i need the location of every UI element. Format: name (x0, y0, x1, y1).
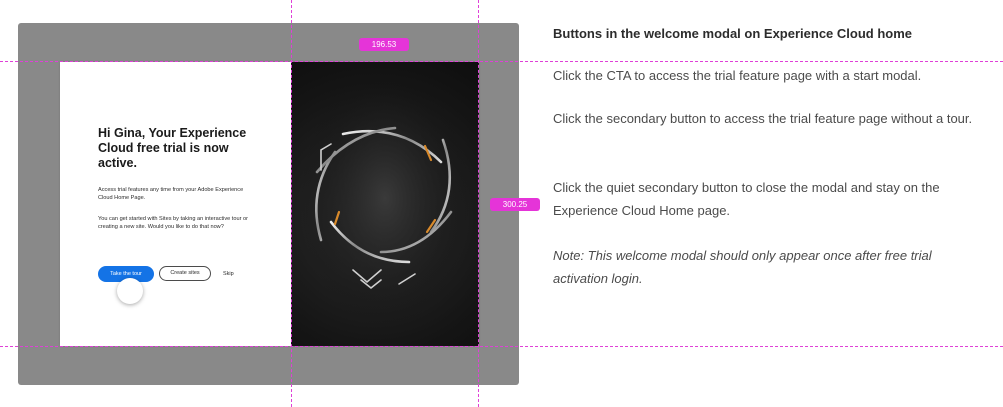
welcome-modal: Hi Gina, Your Experience Cloud free tria… (60, 62, 479, 346)
modal-hero-panel (291, 62, 479, 346)
modal-content-panel: Hi Gina, Your Experience Cloud free tria… (60, 62, 291, 346)
create-sites-button[interactable]: Create sites (159, 266, 211, 281)
annotation-paragraph: Click the secondary button to access the… (553, 111, 973, 126)
guide-line-horizontal (0, 346, 1003, 347)
modal-body-text: Access trial features any time from your… (98, 187, 244, 201)
width-measurement-badge: 196.53 (359, 38, 409, 51)
guide-line-horizontal (0, 61, 1003, 62)
touch-indicator (117, 278, 143, 304)
annotation-paragraph: Click the quiet secondary button to clos… (553, 180, 940, 218)
annotation-note: Note: This welcome modal should only app… (553, 248, 932, 286)
skip-button[interactable]: Skip (223, 266, 239, 282)
annotation-heading: Buttons in the welcome modal on Experien… (553, 26, 912, 41)
annotation-paragraph: Click the CTA to access the trial featur… (553, 68, 922, 83)
modal-title: Hi Gina, Your Experience Cloud free tria… (98, 126, 247, 170)
height-measurement-badge: 300.25 (490, 198, 540, 211)
modal-body-text: You can get started with Sites by taking… (98, 216, 248, 230)
hero-artwork (291, 62, 479, 346)
